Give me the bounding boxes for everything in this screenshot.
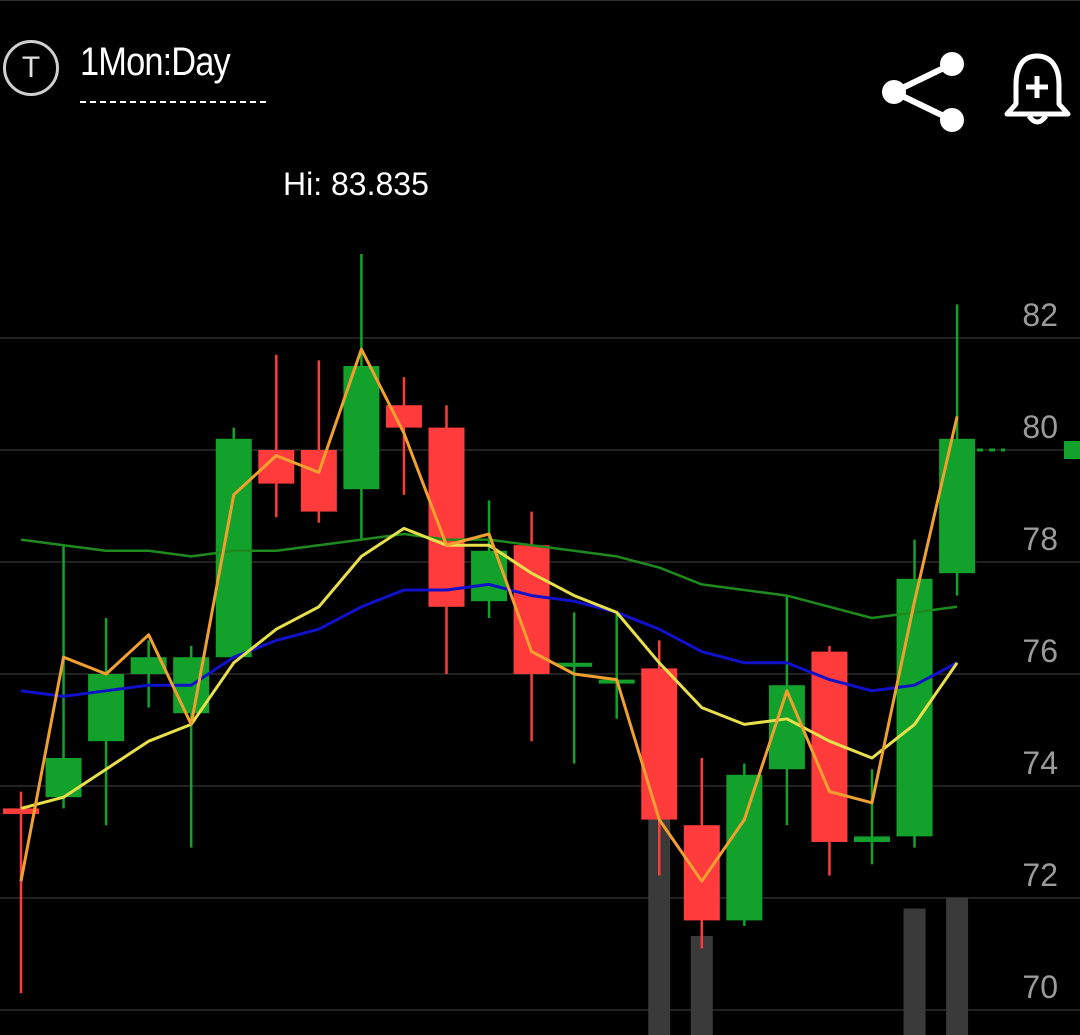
y-tick-label: 74 bbox=[1022, 745, 1058, 781]
high-annotation: Hi: 83.835 bbox=[283, 166, 429, 202]
candle-down bbox=[683, 825, 720, 921]
volume-bar bbox=[903, 908, 926, 1035]
candle-up bbox=[215, 438, 252, 658]
candle-up bbox=[471, 550, 508, 602]
last-price-marker bbox=[1064, 441, 1080, 459]
candle-up bbox=[939, 438, 976, 574]
y-tick-label: 72 bbox=[1022, 857, 1058, 893]
y-tick-label: 82 bbox=[1022, 297, 1058, 333]
candle-up bbox=[88, 674, 125, 742]
y-tick-label: 80 bbox=[1022, 409, 1058, 445]
y-tick-label: 76 bbox=[1022, 633, 1058, 669]
volume-bar bbox=[946, 897, 969, 1035]
candle-down bbox=[428, 427, 465, 607]
candle-down bbox=[641, 668, 678, 820]
y-tick-label: 78 bbox=[1022, 521, 1058, 557]
volume-bar bbox=[690, 936, 713, 1035]
candlestick-chart[interactable]: 82 80 78 76 74 72 70 bbox=[0, 0, 1080, 1035]
candle-up bbox=[45, 758, 82, 798]
candle-down bbox=[300, 450, 337, 512]
y-tick-label: 70 bbox=[1022, 969, 1058, 1005]
candle-up bbox=[726, 774, 763, 921]
candle-up bbox=[854, 836, 890, 842]
